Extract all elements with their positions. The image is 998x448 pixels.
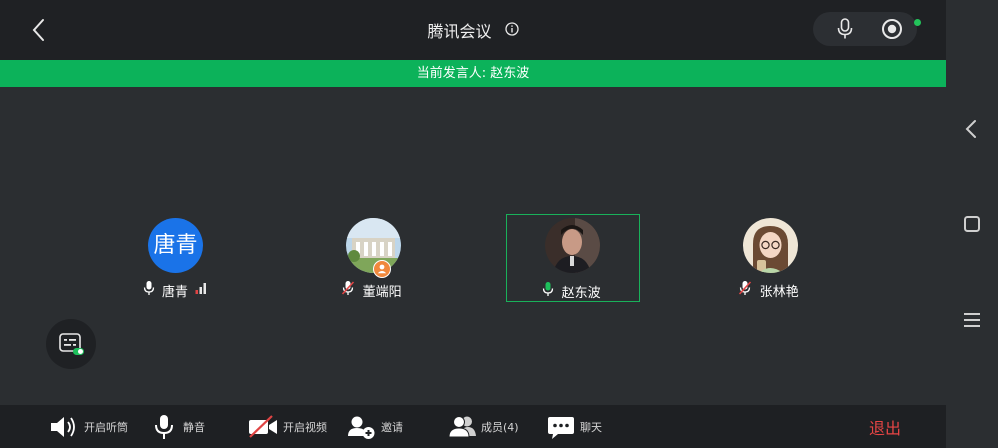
- microphone-muted-icon: [341, 280, 355, 300]
- video-label: 开启视频: [283, 421, 327, 434]
- record-icon[interactable]: [881, 18, 903, 44]
- members-icon: [448, 416, 476, 438]
- video-button[interactable]: 开启视频: [247, 405, 333, 448]
- invite-label: 邀请: [381, 421, 403, 434]
- user-badge-icon: [373, 260, 391, 278]
- info-icon[interactable]: [504, 21, 519, 40]
- participant-tile[interactable]: 董端阳: [307, 214, 439, 300]
- participant-name: 唐青: [161, 284, 188, 300]
- participant-tile[interactable]: 张林艳: [704, 214, 836, 300]
- participant-name-row: 赵东波: [507, 281, 639, 301]
- chat-icon: [548, 417, 574, 439]
- floating-subtitle-button[interactable]: [46, 319, 96, 369]
- mute-button[interactable]: 静音: [152, 405, 212, 448]
- top-controls: [813, 12, 917, 46]
- participant-name-row: 唐青: [109, 280, 241, 300]
- microphone-on-icon: [143, 280, 155, 300]
- participant-name-row: 张林艳: [704, 280, 836, 300]
- microphone-muted-icon: [738, 280, 752, 300]
- current-speaker-banner: 当前发言人: 赵东波: [0, 60, 946, 87]
- nav-home-icon[interactable]: [960, 212, 984, 236]
- participant-name: 董端阳: [362, 284, 402, 300]
- add-user-icon: [348, 416, 375, 439]
- system-nav-bar: [946, 0, 998, 448]
- chat-button[interactable]: 聊天: [547, 405, 609, 448]
- exit-button[interactable]: 退出: [869, 415, 901, 439]
- signal-strength-icon: [195, 282, 207, 298]
- subtitle-icon: [59, 333, 84, 355]
- participant-tile[interactable]: 唐青 唐青: [109, 214, 241, 300]
- avatar: [545, 218, 600, 273]
- members-button[interactable]: 成员(4): [448, 405, 523, 448]
- participant-name: 赵东波: [561, 285, 601, 301]
- speaker-label: 开启听筒: [84, 421, 128, 434]
- meeting-title-text: 腾讯会议: [427, 22, 492, 41]
- nav-back-icon[interactable]: [960, 117, 984, 141]
- nav-menu-icon[interactable]: [960, 308, 984, 332]
- participant-tile-active[interactable]: 赵东波: [506, 214, 640, 302]
- status-dot: [914, 19, 921, 26]
- video-off-icon: [249, 415, 277, 438]
- participant-name: 张林艳: [759, 284, 799, 300]
- bottom-toolbar: 开启听筒 静音 开启视频 邀请 成员(4) 聊天 退出: [0, 405, 946, 448]
- top-bar: 腾讯会议: [0, 0, 946, 60]
- speaker-button[interactable]: 开启听筒: [48, 405, 138, 448]
- speaker-icon: [51, 417, 75, 437]
- members-label: 成员(4): [481, 421, 519, 434]
- meeting-title: 腾讯会议: [0, 18, 946, 42]
- meeting-app: 腾讯会议 当前发言人: 赵东波 唐青 唐青 董端阳 赵东波 张林艳 开启听筒 静…: [0, 0, 946, 448]
- microphone-speaking-icon: [542, 281, 554, 301]
- chat-label: 聊天: [580, 421, 602, 434]
- avatar: 唐青: [148, 218, 203, 273]
- participant-name-row: 董端阳: [307, 280, 439, 300]
- invite-button[interactable]: 邀请: [347, 405, 411, 448]
- microphone-icon[interactable]: [835, 18, 855, 44]
- microphone-icon: [155, 415, 173, 439]
- mute-label: 静音: [183, 421, 205, 434]
- avatar: [743, 218, 798, 273]
